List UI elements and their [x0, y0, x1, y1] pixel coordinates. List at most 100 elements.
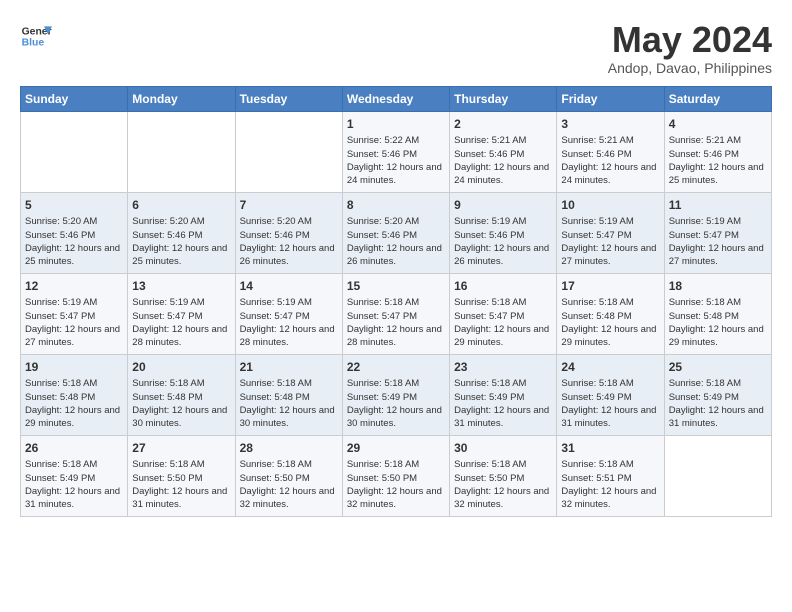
sunset-text: Sunset: 5:49 PM [25, 472, 123, 485]
sunset-text: Sunset: 5:47 PM [347, 310, 445, 323]
sunset-text: Sunset: 5:46 PM [347, 229, 445, 242]
day-number: 10 [561, 197, 659, 214]
day-number: 29 [347, 440, 445, 457]
calendar-cell: 10Sunrise: 5:19 AMSunset: 5:47 PMDayligh… [557, 192, 664, 273]
calendar-cell: 6Sunrise: 5:20 AMSunset: 5:46 PMDaylight… [128, 192, 235, 273]
sunset-text: Sunset: 5:47 PM [240, 310, 338, 323]
sunrise-text: Sunrise: 5:18 AM [561, 458, 659, 471]
sunset-text: Sunset: 5:47 PM [25, 310, 123, 323]
sunrise-text: Sunrise: 5:20 AM [25, 215, 123, 228]
daylight-text: Daylight: 12 hours and 24 minutes. [561, 161, 659, 188]
sunrise-text: Sunrise: 5:18 AM [347, 458, 445, 471]
day-number: 1 [347, 116, 445, 133]
daylight-text: Daylight: 12 hours and 25 minutes. [669, 161, 767, 188]
day-number: 19 [25, 359, 123, 376]
calendar-cell: 15Sunrise: 5:18 AMSunset: 5:47 PMDayligh… [342, 273, 449, 354]
sunset-text: Sunset: 5:47 PM [454, 310, 552, 323]
sunrise-text: Sunrise: 5:20 AM [132, 215, 230, 228]
calendar-cell: 11Sunrise: 5:19 AMSunset: 5:47 PMDayligh… [664, 192, 771, 273]
calendar-cell: 27Sunrise: 5:18 AMSunset: 5:50 PMDayligh… [128, 435, 235, 516]
sunset-text: Sunset: 5:49 PM [669, 391, 767, 404]
sunset-text: Sunset: 5:46 PM [132, 229, 230, 242]
logo: General Blue [20, 20, 52, 52]
sunrise-text: Sunrise: 5:21 AM [669, 134, 767, 147]
day-number: 17 [561, 278, 659, 295]
sunrise-text: Sunrise: 5:19 AM [25, 296, 123, 309]
calendar-cell: 31Sunrise: 5:18 AMSunset: 5:51 PMDayligh… [557, 435, 664, 516]
daylight-text: Daylight: 12 hours and 30 minutes. [240, 404, 338, 431]
day-number: 18 [669, 278, 767, 295]
daylight-text: Daylight: 12 hours and 28 minutes. [132, 323, 230, 350]
sunrise-text: Sunrise: 5:20 AM [347, 215, 445, 228]
sunset-text: Sunset: 5:47 PM [561, 229, 659, 242]
sunset-text: Sunset: 5:49 PM [561, 391, 659, 404]
calendar-cell: 4Sunrise: 5:21 AMSunset: 5:46 PMDaylight… [664, 111, 771, 192]
daylight-text: Daylight: 12 hours and 32 minutes. [561, 485, 659, 512]
day-number: 13 [132, 278, 230, 295]
daylight-text: Daylight: 12 hours and 27 minutes. [25, 323, 123, 350]
day-number: 24 [561, 359, 659, 376]
daylight-text: Daylight: 12 hours and 28 minutes. [347, 323, 445, 350]
sunrise-text: Sunrise: 5:18 AM [561, 377, 659, 390]
daylight-text: Daylight: 12 hours and 32 minutes. [454, 485, 552, 512]
sunrise-text: Sunrise: 5:19 AM [454, 215, 552, 228]
weekday-header-wednesday: Wednesday [342, 86, 449, 111]
day-number: 31 [561, 440, 659, 457]
sunrise-text: Sunrise: 5:18 AM [240, 458, 338, 471]
daylight-text: Daylight: 12 hours and 25 minutes. [132, 242, 230, 269]
daylight-text: Daylight: 12 hours and 27 minutes. [669, 242, 767, 269]
calendar-cell: 20Sunrise: 5:18 AMSunset: 5:48 PMDayligh… [128, 354, 235, 435]
sunset-text: Sunset: 5:46 PM [347, 148, 445, 161]
day-number: 15 [347, 278, 445, 295]
daylight-text: Daylight: 12 hours and 26 minutes. [454, 242, 552, 269]
daylight-text: Daylight: 12 hours and 31 minutes. [669, 404, 767, 431]
calendar-cell: 18Sunrise: 5:18 AMSunset: 5:48 PMDayligh… [664, 273, 771, 354]
location-subtitle: Andop, Davao, Philippines [608, 60, 772, 76]
daylight-text: Daylight: 12 hours and 26 minutes. [347, 242, 445, 269]
sunrise-text: Sunrise: 5:19 AM [561, 215, 659, 228]
calendar-cell: 29Sunrise: 5:18 AMSunset: 5:50 PMDayligh… [342, 435, 449, 516]
daylight-text: Daylight: 12 hours and 32 minutes. [240, 485, 338, 512]
daylight-text: Daylight: 12 hours and 29 minutes. [669, 323, 767, 350]
calendar-cell: 19Sunrise: 5:18 AMSunset: 5:48 PMDayligh… [21, 354, 128, 435]
sunrise-text: Sunrise: 5:19 AM [132, 296, 230, 309]
sunrise-text: Sunrise: 5:18 AM [669, 377, 767, 390]
sunrise-text: Sunrise: 5:18 AM [561, 296, 659, 309]
daylight-text: Daylight: 12 hours and 25 minutes. [25, 242, 123, 269]
sunset-text: Sunset: 5:47 PM [132, 310, 230, 323]
sunset-text: Sunset: 5:50 PM [240, 472, 338, 485]
calendar-week-4: 19Sunrise: 5:18 AMSunset: 5:48 PMDayligh… [21, 354, 772, 435]
month-year-title: May 2024 [608, 20, 772, 60]
day-number: 3 [561, 116, 659, 133]
sunrise-text: Sunrise: 5:18 AM [25, 458, 123, 471]
sunrise-text: Sunrise: 5:22 AM [347, 134, 445, 147]
daylight-text: Daylight: 12 hours and 28 minutes. [240, 323, 338, 350]
daylight-text: Daylight: 12 hours and 31 minutes. [561, 404, 659, 431]
calendar-cell: 8Sunrise: 5:20 AMSunset: 5:46 PMDaylight… [342, 192, 449, 273]
day-number: 21 [240, 359, 338, 376]
weekday-header-friday: Friday [557, 86, 664, 111]
sunset-text: Sunset: 5:49 PM [347, 391, 445, 404]
calendar-cell [664, 435, 771, 516]
sunrise-text: Sunrise: 5:21 AM [561, 134, 659, 147]
calendar-cell: 28Sunrise: 5:18 AMSunset: 5:50 PMDayligh… [235, 435, 342, 516]
sunrise-text: Sunrise: 5:19 AM [669, 215, 767, 228]
sunrise-text: Sunrise: 5:18 AM [25, 377, 123, 390]
calendar-cell: 2Sunrise: 5:21 AMSunset: 5:46 PMDaylight… [450, 111, 557, 192]
sunset-text: Sunset: 5:48 PM [240, 391, 338, 404]
day-number: 5 [25, 197, 123, 214]
weekday-header-saturday: Saturday [664, 86, 771, 111]
sunset-text: Sunset: 5:50 PM [454, 472, 552, 485]
daylight-text: Daylight: 12 hours and 24 minutes. [454, 161, 552, 188]
calendar-cell: 12Sunrise: 5:19 AMSunset: 5:47 PMDayligh… [21, 273, 128, 354]
day-number: 2 [454, 116, 552, 133]
calendar-cell: 23Sunrise: 5:18 AMSunset: 5:49 PMDayligh… [450, 354, 557, 435]
calendar-cell: 7Sunrise: 5:20 AMSunset: 5:46 PMDaylight… [235, 192, 342, 273]
calendar-cell: 24Sunrise: 5:18 AMSunset: 5:49 PMDayligh… [557, 354, 664, 435]
sunrise-text: Sunrise: 5:18 AM [454, 458, 552, 471]
sunrise-text: Sunrise: 5:18 AM [454, 296, 552, 309]
sunset-text: Sunset: 5:50 PM [132, 472, 230, 485]
day-number: 8 [347, 197, 445, 214]
calendar-cell [128, 111, 235, 192]
weekday-header-monday: Monday [128, 86, 235, 111]
